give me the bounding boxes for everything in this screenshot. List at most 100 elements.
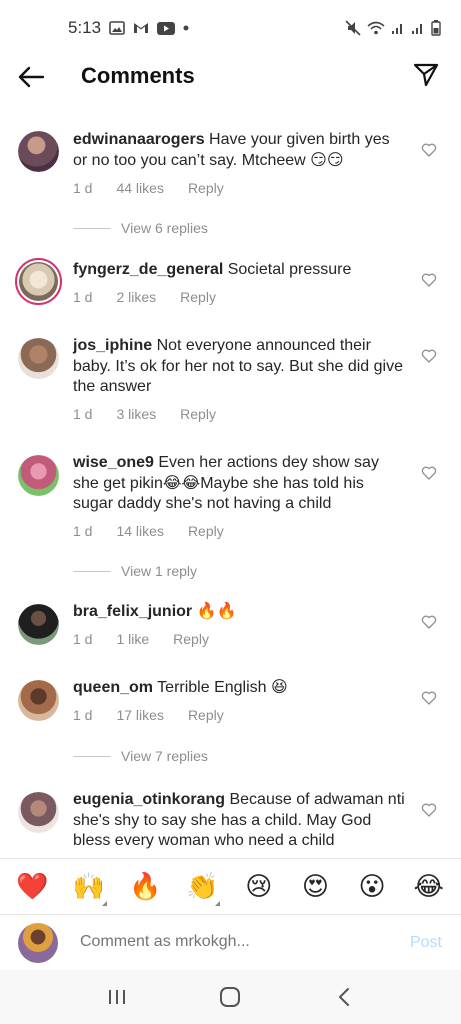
signal-icon	[391, 21, 405, 35]
skin-tone-indicator	[215, 901, 221, 906]
avatar[interactable]	[15, 258, 62, 305]
comment-meta: 1 d 1 like Reply	[73, 631, 209, 647]
system-back-button[interactable]	[324, 982, 364, 1012]
comment-username[interactable]: jos_iphine	[73, 337, 152, 354]
view-replies-label: View 7 replies	[121, 748, 208, 764]
avatar[interactable]	[18, 131, 59, 172]
view-replies-button[interactable]: View 7 replies	[73, 748, 208, 764]
comment-username[interactable]: bra_felix_junior	[73, 603, 192, 620]
reply-button[interactable]: Reply	[173, 631, 209, 647]
view-replies-button[interactable]: View 1 reply	[73, 563, 197, 579]
comment-meta: 1 d 14 likes Reply	[73, 523, 224, 539]
signal-icon	[411, 21, 425, 35]
comment-meta: 1 d 3 likes Reply	[73, 406, 216, 422]
comment-username[interactable]: edwinanaarogers	[73, 131, 205, 148]
avatar[interactable]	[18, 338, 59, 379]
avatar-image	[18, 680, 59, 721]
post-button[interactable]: Post	[410, 934, 442, 952]
emoji-surprised-button[interactable]: 😮	[352, 871, 392, 902]
view-replies-label: View 6 replies	[121, 220, 208, 236]
dot-icon	[183, 25, 189, 31]
comment-likes[interactable]: 17 likes	[116, 707, 163, 723]
reply-button[interactable]: Reply	[180, 406, 216, 422]
reply-button[interactable]: Reply	[188, 707, 224, 723]
comment-username[interactable]: wise_one9	[73, 454, 154, 471]
status-bar: 5:13	[0, 0, 461, 56]
emoji-crying-button[interactable]: 😢	[239, 871, 279, 902]
heart-icon[interactable]	[421, 348, 437, 364]
comment-meta: 1 d 2 likes Reply	[73, 289, 216, 305]
comment-meta: 1 d 44 likes Reply	[73, 180, 224, 196]
avatar-image	[18, 131, 59, 172]
comment-likes[interactable]: 44 likes	[116, 180, 163, 196]
reply-button[interactable]: Reply	[180, 289, 216, 305]
avatar[interactable]	[18, 792, 59, 833]
back-button[interactable]	[16, 62, 46, 92]
comment-likes[interactable]: 14 likes	[116, 523, 163, 539]
system-nav-bar	[0, 970, 461, 1024]
status-time: 5:13	[68, 18, 102, 37]
comment-time: 1 d	[73, 289, 93, 305]
avatar-image	[18, 604, 59, 645]
heart-icon[interactable]	[421, 802, 437, 818]
share-button[interactable]	[411, 60, 441, 90]
comment-time: 1 d	[73, 406, 93, 422]
comment-likes[interactable]: 3 likes	[116, 406, 156, 422]
gmail-icon	[133, 22, 149, 34]
avatar[interactable]	[18, 680, 59, 721]
avatar[interactable]	[18, 604, 59, 645]
emoji-raised-hands-button[interactable]: 🙌	[69, 871, 109, 906]
emoji-label: 👏	[186, 871, 219, 901]
comment-time: 1 d	[73, 707, 93, 723]
comment-time: 1 d	[73, 180, 93, 196]
heart-icon[interactable]	[421, 465, 437, 481]
emoji-laughing-button[interactable]: 😂	[409, 871, 449, 902]
comment-body: Terrible English 😆	[153, 679, 288, 696]
comment-text: bra_felix_junior 🔥🔥	[73, 602, 408, 623]
skin-tone-indicator	[101, 901, 107, 906]
heart-icon[interactable]	[421, 142, 437, 158]
back-icon	[339, 988, 350, 1006]
avatar-image	[18, 338, 59, 379]
view-replies-button[interactable]: View 6 replies	[73, 220, 208, 236]
avatar-image	[19, 262, 58, 301]
heart-icon[interactable]	[421, 614, 437, 630]
gallery-icon	[109, 21, 125, 35]
comment-input[interactable]	[80, 933, 380, 951]
reply-button[interactable]: Reply	[188, 180, 224, 196]
divider	[73, 570, 111, 572]
emoji-fire-button[interactable]: 🔥	[126, 871, 166, 902]
heart-icon[interactable]	[421, 690, 437, 706]
comment-time: 1 d	[73, 523, 93, 539]
comment-text: edwinanaarogers Have your given birth ye…	[73, 130, 408, 171]
recent-apps-icon	[108, 990, 125, 1004]
comment-username[interactable]: fyngerz_de_general	[73, 261, 223, 278]
emoji-heart-button[interactable]: ❤️	[12, 871, 52, 902]
emoji-clap-button[interactable]: 👏	[182, 871, 222, 906]
comment-composer: Post	[0, 914, 461, 970]
heart-icon[interactable]	[421, 272, 437, 288]
comment-time: 1 d	[73, 631, 93, 647]
paper-plane-icon	[413, 63, 439, 87]
comments-list[interactable]: edwinanaarogers Have your given birth ye…	[0, 120, 461, 858]
wifi-icon	[367, 21, 385, 35]
divider	[73, 227, 111, 229]
battery-icon	[431, 20, 441, 36]
comment-text: jos_iphine Not everyone announced their …	[73, 336, 408, 398]
recent-apps-button[interactable]	[97, 982, 137, 1012]
comment-text: fyngerz_de_general Societal pressure	[73, 260, 408, 281]
comment-username[interactable]: eugenia_otinkorang	[73, 791, 225, 808]
comment-text: eugenia_otinkorang Because of adwaman nt…	[73, 790, 408, 852]
home-icon	[220, 987, 241, 1007]
comment-text: wise_one9 Even her actions dey show say …	[73, 453, 408, 515]
comment-likes[interactable]: 2 likes	[116, 289, 156, 305]
comment-username[interactable]: queen_om	[73, 679, 153, 696]
comment-likes[interactable]: 1 like	[116, 631, 149, 647]
emoji-heart-eyes-button[interactable]: 😍	[295, 871, 335, 902]
home-button[interactable]	[210, 982, 250, 1012]
comment-body: 🔥🔥	[192, 603, 237, 620]
reply-button[interactable]: Reply	[188, 523, 224, 539]
avatar[interactable]	[18, 455, 59, 496]
header: Comments	[0, 56, 461, 96]
arrow-left-icon	[18, 66, 45, 88]
